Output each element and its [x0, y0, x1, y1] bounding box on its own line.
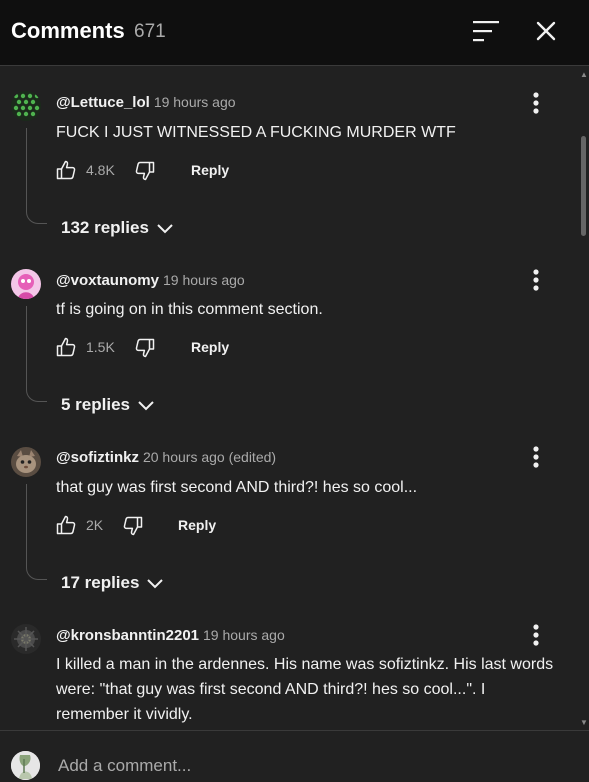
chevron-down-icon	[157, 223, 173, 233]
more-options-button[interactable]	[525, 622, 547, 648]
thread-line	[26, 306, 47, 402]
avatar[interactable]	[11, 447, 41, 477]
reply-button[interactable]: Reply	[178, 517, 216, 533]
like-count: 4.8K	[86, 162, 115, 178]
replies-count-label: 5 replies	[61, 395, 130, 414]
scrollbar-thumb[interactable]	[581, 136, 586, 236]
chevron-down-icon	[147, 578, 164, 588]
thumb-up-icon	[56, 515, 76, 535]
more-options-button[interactable]	[525, 267, 547, 293]
thumb-down-icon	[135, 161, 155, 181]
add-comment-bar	[0, 730, 589, 782]
replies-count-label: 17 replies	[61, 573, 140, 592]
more-options-button[interactable]	[525, 90, 547, 116]
comment-author[interactable]: @voxtaunomy	[56, 272, 159, 289]
comment-author[interactable]: @kronsbanntin2201	[56, 627, 199, 644]
avatar[interactable]	[11, 269, 41, 299]
comment-time[interactable]: 20 hours ago (edited)	[143, 449, 276, 465]
add-comment-input[interactable]	[56, 753, 560, 779]
more-vert-icon	[533, 269, 539, 291]
replies-count-label: 132 replies	[61, 218, 149, 237]
more-vert-icon	[533, 446, 539, 468]
comment-author-line: @sofiztinkz 20 hours ago (edited)	[56, 449, 276, 466]
user-avatar	[11, 751, 40, 780]
like-count: 1.5K	[86, 339, 115, 355]
reply-button[interactable]: Reply	[191, 162, 229, 178]
comments-title: Comments	[11, 18, 125, 43]
thread-line	[26, 484, 47, 580]
comment-author-line: @voxtaunomy 19 hours ago	[56, 272, 245, 289]
thumb-down-icon	[135, 338, 155, 358]
more-vert-icon	[533, 624, 539, 646]
like-count: 2K	[86, 517, 104, 533]
thread-line	[26, 128, 47, 224]
view-replies-button[interactable]: 5 replies	[61, 395, 156, 415]
comment-text: FUCK I JUST WITNESSED A FUCKING MURDER W…	[56, 124, 456, 141]
comment-author-line: @Lettuce_lol 19 hours ago	[56, 94, 236, 111]
view-replies-button[interactable]: 17 replies	[61, 573, 165, 593]
like-button[interactable]	[55, 159, 77, 181]
more-vert-icon	[533, 92, 539, 114]
sort-button[interactable]	[470, 18, 502, 46]
chevron-down-icon	[138, 400, 154, 410]
thumb-down-icon	[123, 516, 143, 536]
sort-icon	[473, 21, 499, 42]
dislike-button[interactable]	[122, 515, 144, 537]
comments-count: 671	[134, 21, 166, 42]
view-replies-button[interactable]: 132 replies	[61, 218, 175, 238]
avatar[interactable]	[11, 624, 41, 654]
like-button[interactable]	[55, 514, 77, 536]
scroll-down-arrow-icon[interactable]: ▼	[580, 718, 588, 727]
comment-time[interactable]: 19 hours ago	[154, 94, 236, 110]
comment-author-line: @kronsbanntin2201 19 hours ago	[56, 627, 285, 644]
like-button[interactable]	[55, 336, 77, 358]
close-icon	[536, 21, 556, 41]
dislike-button[interactable]	[134, 337, 156, 359]
comment-time[interactable]: 19 hours ago	[203, 627, 285, 643]
comment-author[interactable]: @Lettuce_lol	[56, 94, 150, 111]
scroll-up-arrow-icon[interactable]: ▲	[580, 70, 588, 79]
avatar[interactable]	[11, 91, 41, 121]
close-button[interactable]	[531, 16, 561, 46]
thumb-up-icon	[56, 160, 76, 180]
dislike-button[interactable]	[134, 160, 156, 182]
comment-time[interactable]: 19 hours ago	[163, 272, 245, 288]
reply-button[interactable]: Reply	[191, 339, 229, 355]
thumb-up-icon	[56, 337, 76, 357]
comment-list[interactable]: @Lettuce_lol 19 hours ago FUCK I JUST WIT…	[0, 66, 589, 730]
comment-text: I killed a man in the ardennes. His name…	[56, 656, 554, 723]
comment-author[interactable]: @sofiztinkz	[56, 449, 139, 466]
comment-text: that guy was first second AND third?! he…	[56, 479, 418, 496]
more-options-button[interactable]	[525, 444, 547, 470]
scrollbar[interactable]: ▲ ▼	[577, 66, 589, 730]
comments-header: Comments 671	[0, 0, 589, 66]
comment-text: tf is going on in this comment section.	[56, 301, 323, 318]
